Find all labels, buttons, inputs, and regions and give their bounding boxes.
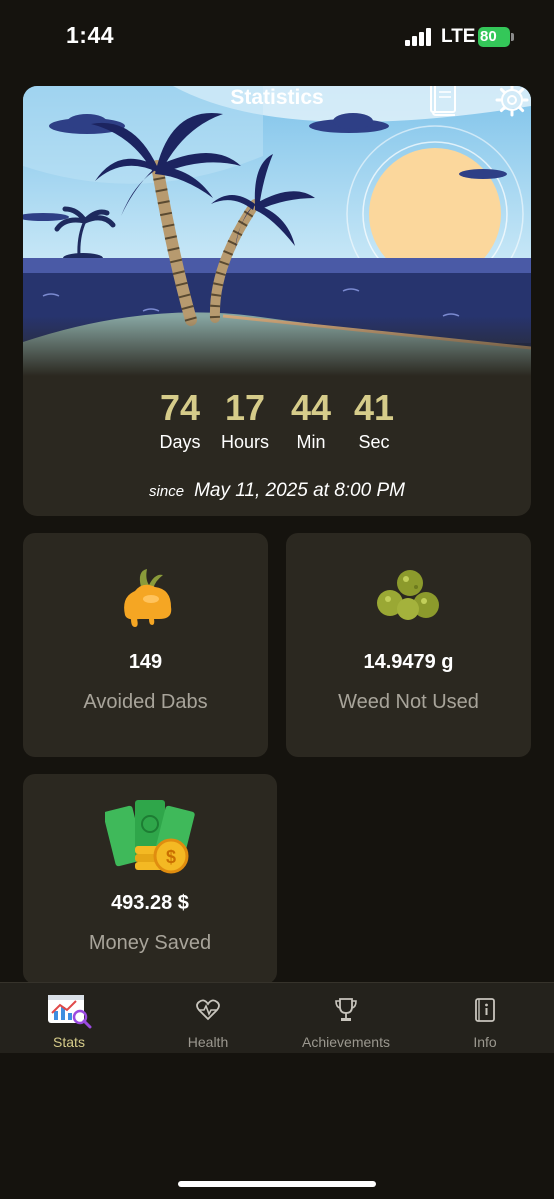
tab-info[interactable]: Info xyxy=(440,983,530,1053)
tab-achievements[interactable]: Achievements xyxy=(286,983,406,1053)
battery-icon: 80 xyxy=(478,27,514,47)
tab-bar: Stats Health Achievements Info xyxy=(0,982,554,1053)
streak-card: Statistics 74 Days 17 Hours 44 Min 41 Se… xyxy=(23,86,531,516)
counter-min: 44 Min xyxy=(285,386,337,453)
since-date: May 11, 2025 at 8:00 PM xyxy=(194,480,405,501)
days-value: 74 xyxy=(159,387,201,428)
dab-icon xyxy=(124,569,172,627)
weed-icon xyxy=(377,570,439,620)
settings-gear-icon[interactable] xyxy=(495,86,529,117)
stats-icon xyxy=(48,995,92,1029)
heart-pulse-icon xyxy=(196,999,220,1021)
since-word: since xyxy=(149,483,185,500)
tab-stats-label: Stats xyxy=(53,1034,85,1050)
weed-not-used-value: 14.9479 g xyxy=(363,651,454,673)
beach-illustration xyxy=(23,86,531,376)
tab-health[interactable]: Health xyxy=(163,983,253,1053)
money-icon: $ xyxy=(105,800,195,874)
counter-days: 74 Days xyxy=(153,386,207,453)
weed-not-used-card[interactable]: 14.9479 g Weed Not Used xyxy=(286,533,531,757)
info-book-icon xyxy=(475,998,495,1022)
hours-value: 17 xyxy=(224,387,266,428)
money-saved-value: 493.28 $ xyxy=(111,892,189,914)
tab-achievements-label: Achievements xyxy=(302,1034,390,1050)
money-saved-card[interactable]: $ 493.28 $ Money Saved xyxy=(23,774,277,984)
counter-hours: 17 Hours xyxy=(214,386,276,453)
page-title: Statistics xyxy=(230,86,324,109)
status-time: 1:44 xyxy=(66,22,115,48)
weed-not-used-label: Weed Not Used xyxy=(338,691,479,713)
signal-icon xyxy=(405,28,431,46)
counter-sec: 41 Sec xyxy=(349,386,399,453)
hours-label: Hours xyxy=(220,432,269,452)
avoided-dabs-label: Avoided Dabs xyxy=(83,691,208,713)
network-type: LTE xyxy=(441,26,476,47)
days-label: Days xyxy=(159,432,201,452)
since-line: since May 11, 2025 at 8:00 PM xyxy=(23,480,531,502)
min-value: 44 xyxy=(290,387,332,428)
tab-health-label: Health xyxy=(187,1034,229,1050)
battery-level: 80 xyxy=(480,28,497,45)
avoided-dabs-card[interactable]: 149 Avoided Dabs xyxy=(23,533,268,757)
sec-label: Sec xyxy=(358,432,390,452)
avoided-dabs-value: 149 xyxy=(128,651,163,673)
tab-stats[interactable]: Stats xyxy=(24,983,114,1053)
trophy-icon xyxy=(335,998,357,1021)
money-saved-label: Money Saved xyxy=(88,932,212,954)
tab-info-label: Info xyxy=(473,1034,497,1050)
home-indicator[interactable] xyxy=(178,1181,376,1187)
min-label: Min xyxy=(296,432,326,452)
status-bar: 1:44 LTE 80 xyxy=(0,0,554,70)
svg-text:$: $ xyxy=(166,847,176,867)
journal-book-icon[interactable] xyxy=(429,86,457,116)
sec-value: 41 xyxy=(353,387,395,428)
